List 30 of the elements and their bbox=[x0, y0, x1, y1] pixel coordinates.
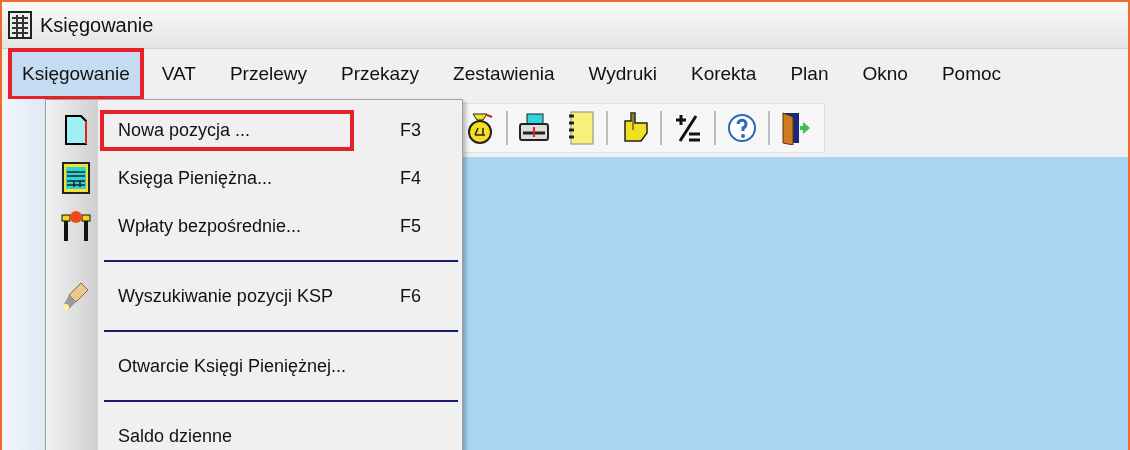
menu-item[interactable]: Przekazy bbox=[330, 52, 430, 96]
app-icon bbox=[8, 11, 32, 39]
menu-item[interactable]: Plan bbox=[780, 52, 839, 96]
menu-item[interactable]: Wydruki bbox=[578, 52, 667, 96]
plus-slash-equals-icon bbox=[674, 112, 702, 144]
menu-option[interactable]: Wyszukiwanie pozycji KSP bbox=[102, 277, 349, 315]
shortcut-key: F5 bbox=[400, 215, 421, 237]
exit-door-icon bbox=[781, 111, 811, 145]
menu-item[interactable]: Zestawienia bbox=[443, 52, 565, 96]
flashlight-icon bbox=[61, 280, 91, 313]
shortcut-key: F4 bbox=[400, 167, 421, 189]
shortcut-key: F6 bbox=[400, 285, 421, 307]
menu-option[interactable]: Nowa pozycja ... bbox=[102, 111, 352, 149]
menu-item[interactable]: VAT bbox=[151, 52, 206, 96]
shortcut-key: F3 bbox=[400, 119, 421, 141]
window-title: Księgowanie bbox=[40, 13, 154, 37]
printer-icon bbox=[518, 112, 550, 144]
menu-option[interactable]: Saldo dzienne bbox=[102, 417, 249, 450]
help-icon bbox=[727, 113, 757, 143]
gate-icon bbox=[61, 210, 91, 243]
menu-item[interactable]: Korekta bbox=[680, 52, 767, 96]
menu-option[interactable]: Otwarcie Księgi Pieniężnej... bbox=[102, 347, 363, 385]
menu-item[interactable]: Okno bbox=[852, 52, 918, 96]
menu-item[interactable]: Przelewy bbox=[219, 52, 317, 96]
ledger-icon bbox=[62, 162, 90, 195]
menu-option[interactable]: Księga Pieniężna... bbox=[102, 159, 289, 197]
menu-option[interactable]: Wpłaty bezpośrednie... bbox=[102, 207, 318, 245]
menu-item[interactable]: Pomoc bbox=[931, 52, 1012, 96]
page-icon bbox=[65, 115, 87, 146]
money-bag-icon bbox=[465, 111, 495, 145]
